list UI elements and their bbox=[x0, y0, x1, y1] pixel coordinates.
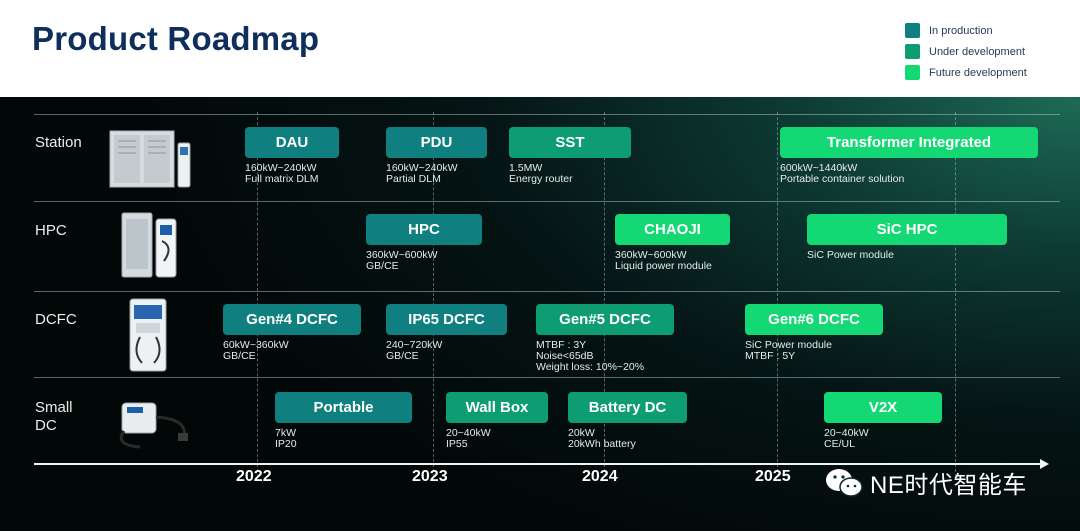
legend-label: Under development bbox=[929, 45, 1026, 58]
legend-label: Future development bbox=[929, 66, 1027, 79]
product-v2x-spec: CE/UL bbox=[824, 438, 855, 450]
page-title: Product Roadmap bbox=[32, 20, 320, 57]
product-gen4-dcfc: Gen#4 DCFC 60kW~360kW GB/CE bbox=[223, 304, 361, 362]
product-battery-dc-label: Battery DC bbox=[568, 392, 687, 423]
product-gen6-dcfc-label: Gen#6 DCFC bbox=[745, 304, 883, 335]
legend-swatch-future-development bbox=[905, 65, 920, 80]
year-label-2024: 2024 bbox=[582, 468, 618, 485]
hpc-charger-icon bbox=[121, 212, 177, 278]
year-label-2023: 2023 bbox=[412, 468, 448, 485]
legend-item-under-development: Under development bbox=[905, 41, 1027, 62]
row-divider bbox=[34, 201, 1060, 202]
header: Product Roadmap In production Under deve… bbox=[0, 0, 1080, 97]
legend-item-future-development: Future development bbox=[905, 62, 1027, 83]
row-label-small-dc: Small DC bbox=[35, 399, 73, 434]
station-cabinet-icon bbox=[109, 130, 191, 188]
product-wall-box-spec: IP55 bbox=[446, 438, 468, 450]
row-label-dcfc: DCFC bbox=[35, 311, 77, 328]
product-portable: Portable 7kW IP20 bbox=[275, 392, 412, 450]
row-label-station: Station bbox=[35, 134, 82, 151]
product-v2x-label: V2X bbox=[824, 392, 942, 423]
product-pdu: PDU 160kW~240kW Partial DLM bbox=[386, 127, 487, 185]
product-gen6-dcfc-spec: MTBF : 5Y bbox=[745, 350, 796, 362]
product-v2x: V2X 20~40kW CE/UL bbox=[824, 392, 942, 450]
row-label-hpc: HPC bbox=[35, 222, 67, 239]
product-chaoji: CHAOJI 360kW~600kW Liquid power module bbox=[615, 214, 730, 272]
roadmap-panel: Station HPC DCFC Small DC DAU 160kW~240k… bbox=[0, 97, 1080, 531]
product-sst-label: SST bbox=[509, 127, 631, 158]
product-dau: DAU 160kW~240kW Full matrix DLM bbox=[245, 127, 339, 185]
product-hpc: HPC 360kW~600kW GB/CE bbox=[366, 214, 482, 272]
product-dau-label: DAU bbox=[245, 127, 339, 158]
product-battery-dc-spec: 20kWh battery bbox=[568, 438, 636, 450]
row-divider bbox=[34, 291, 1060, 292]
watermark: NE时代智能车 bbox=[824, 465, 1027, 500]
product-gen4-dcfc-label: Gen#4 DCFC bbox=[223, 304, 361, 335]
product-gen5-dcfc: Gen#5 DCFC MTBF : 3Y Noise<65dB Weight l… bbox=[536, 304, 674, 373]
year-guide-2025 bbox=[777, 112, 778, 477]
timeline-arrow-icon bbox=[1040, 459, 1049, 469]
product-transformer-integrated-label: Transformer Integrated bbox=[780, 127, 1038, 158]
product-transformer-integrated: Transformer Integrated 600kW~1440kW Port… bbox=[780, 127, 1038, 185]
product-ip65-dcfc: IP65 DCFC 240~720kW GB/CE bbox=[386, 304, 507, 362]
legend-label: In production bbox=[929, 24, 993, 37]
product-sic-hpc: SiC HPC SiC Power module bbox=[807, 214, 1007, 261]
product-gen5-dcfc-label: Gen#5 DCFC bbox=[536, 304, 674, 335]
legend-swatch-under-development bbox=[905, 44, 920, 59]
product-wall-box: Wall Box 20~40kW IP55 bbox=[446, 392, 548, 450]
product-gen4-dcfc-spec: GB/CE bbox=[223, 350, 256, 362]
year-label-2025: 2025 bbox=[755, 468, 791, 485]
legend-swatch-in-production bbox=[905, 23, 920, 38]
product-chaoji-spec: Liquid power module bbox=[615, 260, 712, 272]
row-divider bbox=[34, 377, 1060, 378]
product-hpc-label: HPC bbox=[366, 214, 482, 245]
dcfc-charger-icon bbox=[129, 298, 167, 372]
product-sic-hpc-spec: SiC Power module bbox=[807, 249, 894, 261]
product-portable-spec: IP20 bbox=[275, 438, 297, 450]
legend: In production Under development Future d… bbox=[905, 20, 1027, 83]
product-transformer-integrated-spec: Portable container solution bbox=[780, 173, 905, 185]
product-dau-spec: Full matrix DLM bbox=[245, 173, 319, 185]
product-ip65-dcfc-spec: GB/CE bbox=[386, 350, 419, 362]
product-chaoji-label: CHAOJI bbox=[615, 214, 730, 245]
wechat-icon bbox=[826, 468, 863, 497]
row-divider bbox=[34, 114, 1060, 115]
year-label-2022: 2022 bbox=[236, 468, 272, 485]
product-wall-box-label: Wall Box bbox=[446, 392, 548, 423]
product-sst-spec: Energy router bbox=[509, 173, 573, 185]
product-gen5-dcfc-spec: Weight loss: 10%~20% bbox=[536, 361, 645, 373]
product-pdu-label: PDU bbox=[386, 127, 487, 158]
watermark-text: NE时代智能车 bbox=[870, 472, 1027, 499]
product-pdu-spec: Partial DLM bbox=[386, 173, 441, 185]
legend-item-in-production: In production bbox=[905, 20, 1027, 41]
product-sst: SST 1.5MW Energy router bbox=[509, 127, 631, 185]
product-gen6-dcfc: Gen#6 DCFC SiC Power module MTBF : 5Y bbox=[745, 304, 883, 362]
product-portable-label: Portable bbox=[275, 392, 412, 423]
product-battery-dc: Battery DC 20kW 20kWh battery bbox=[568, 392, 687, 450]
product-hpc-spec: GB/CE bbox=[366, 260, 399, 272]
product-sic-hpc-label: SiC HPC bbox=[807, 214, 1007, 245]
product-ip65-dcfc-label: IP65 DCFC bbox=[386, 304, 507, 335]
portable-charger-icon bbox=[119, 402, 188, 449]
